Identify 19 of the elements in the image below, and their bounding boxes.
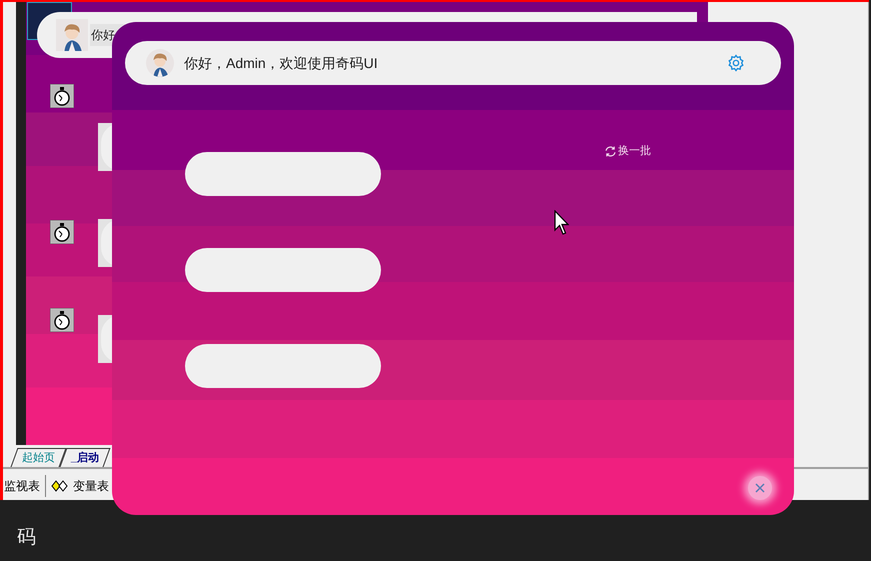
avatar-icon [56,19,88,51]
stopwatch-icon[interactable] [50,308,74,332]
option-button[interactable] [185,248,381,292]
refresh-icon [604,144,617,158]
diamond-icon [51,480,69,492]
code-label: 码 [17,526,36,550]
settings-icon[interactable] [727,54,745,72]
panel-tab[interactable]: 监视表 [2,475,42,497]
greeting-text: 你好，Admin，欢迎使用奇码UI [184,54,379,72]
stopwatch-icon[interactable] [50,84,74,108]
mouse-cursor-icon [554,210,569,236]
stopwatch-icon[interactable] [50,220,74,244]
avatar-icon [146,49,174,77]
refresh-link[interactable]: 换一批 [604,143,651,160]
panel-tab[interactable]: 变量表 [45,475,111,497]
option-button[interactable] [185,152,381,196]
tab[interactable]: 起始页 [10,448,66,467]
close-icon [755,483,765,493]
option-button[interactable] [185,344,381,388]
